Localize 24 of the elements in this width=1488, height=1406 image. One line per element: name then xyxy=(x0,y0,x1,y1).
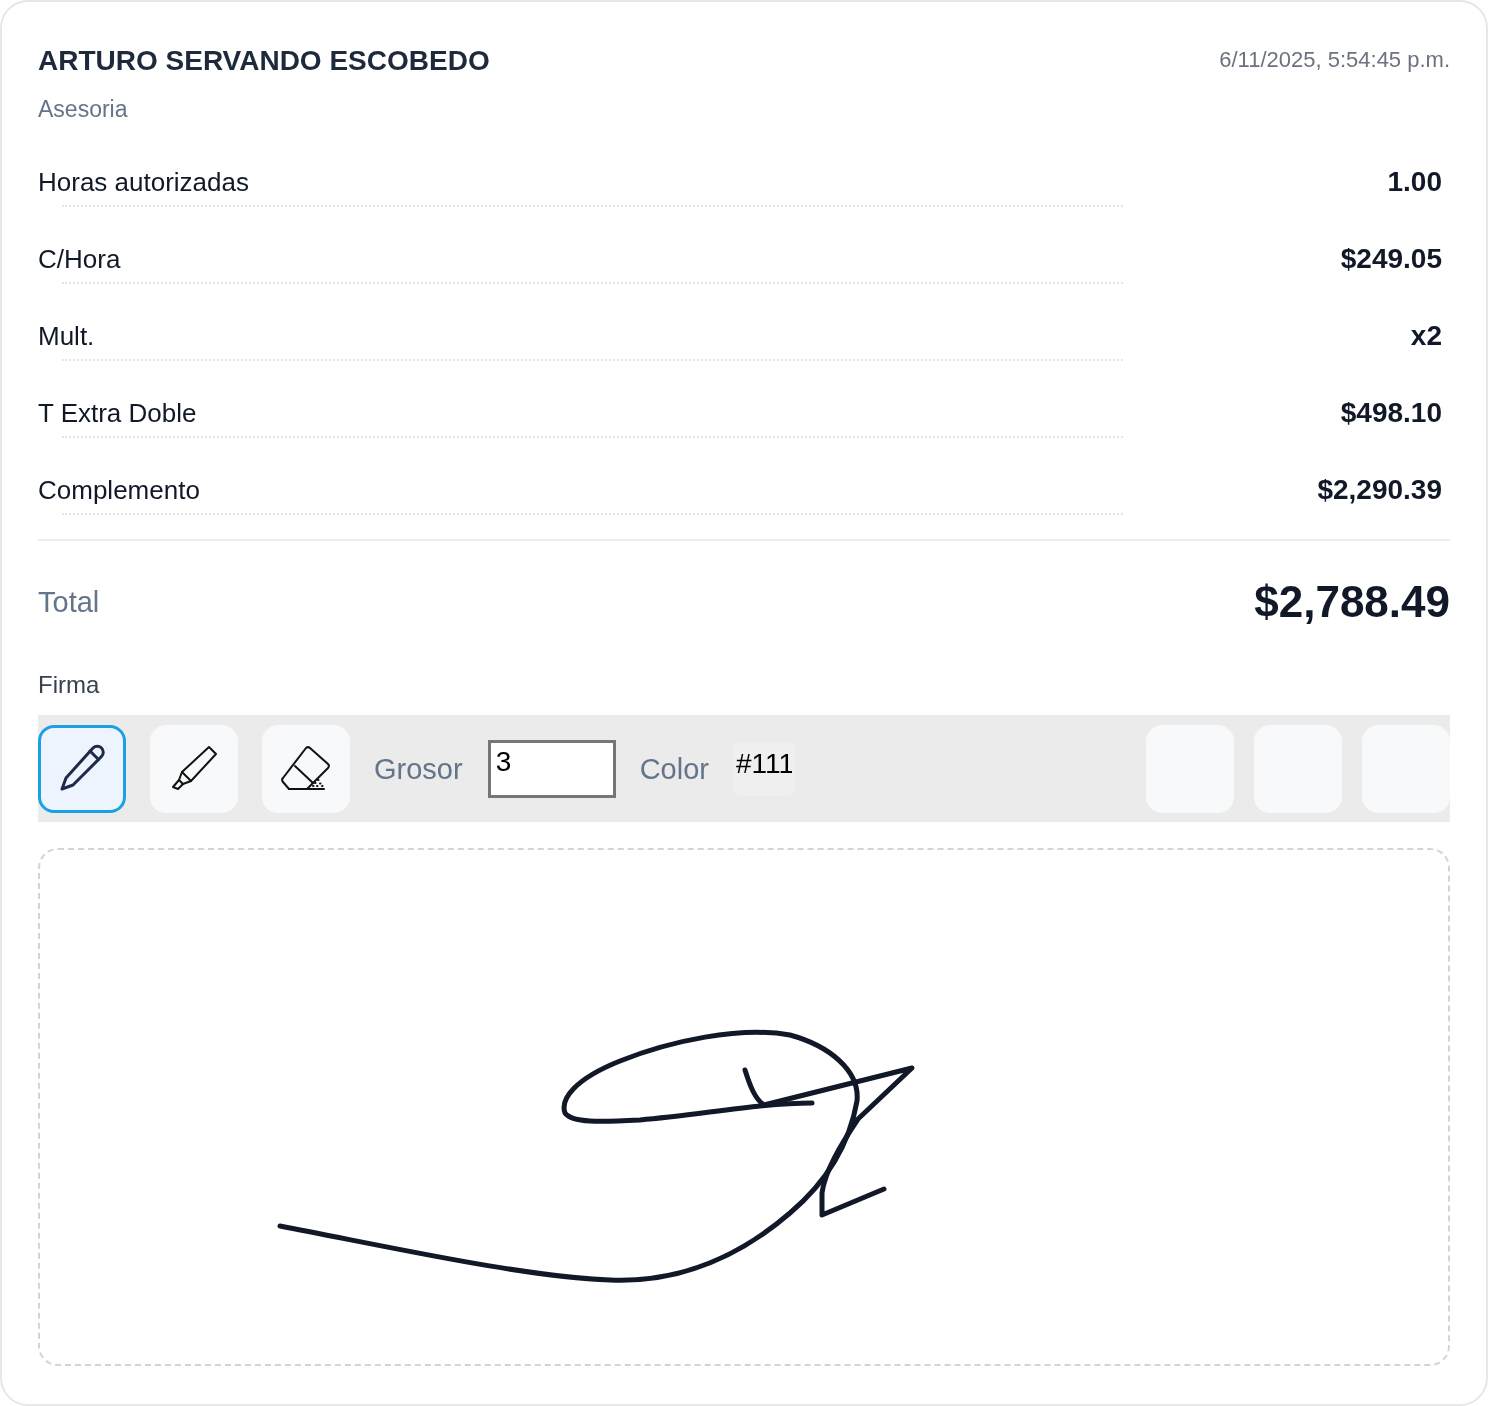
color-field[interactable]: #111 xyxy=(732,741,795,796)
row-label: Horas autorizadas xyxy=(38,166,249,199)
timestamp: 6/11/2025, 5:54:45 p.m. xyxy=(1219,46,1450,74)
row-value: $2,290.39 xyxy=(1317,473,1442,507)
row-value: $498.10 xyxy=(1340,396,1442,430)
highlighter-tool-button[interactable] xyxy=(150,724,238,813)
signature-label: Firma xyxy=(38,670,100,700)
signature-pad[interactable] xyxy=(38,848,1450,1366)
row-label: T Extra Doble xyxy=(38,397,197,430)
row-value: $249.05 xyxy=(1340,242,1442,276)
thickness-field[interactable]: 3 xyxy=(487,739,616,798)
color-label: Color xyxy=(639,751,709,787)
employee-name: ARTURO SERVANDO ESCOBEDO xyxy=(38,44,490,78)
row-label: Mult. xyxy=(38,320,95,353)
total-label: Total xyxy=(38,585,100,620)
thickness-label: Grosor xyxy=(374,751,463,787)
row-label: Complemento xyxy=(38,474,200,507)
row-label: C/Hora xyxy=(38,243,121,276)
eraser-tool-button[interactable] xyxy=(262,724,350,813)
pen-tool-button[interactable] xyxy=(38,724,126,813)
row-value: 1.00 xyxy=(1387,165,1442,199)
row-value: x2 xyxy=(1410,319,1442,353)
total-value: $2,788.49 xyxy=(1254,576,1450,628)
service-type: Asesoria xyxy=(38,95,128,123)
